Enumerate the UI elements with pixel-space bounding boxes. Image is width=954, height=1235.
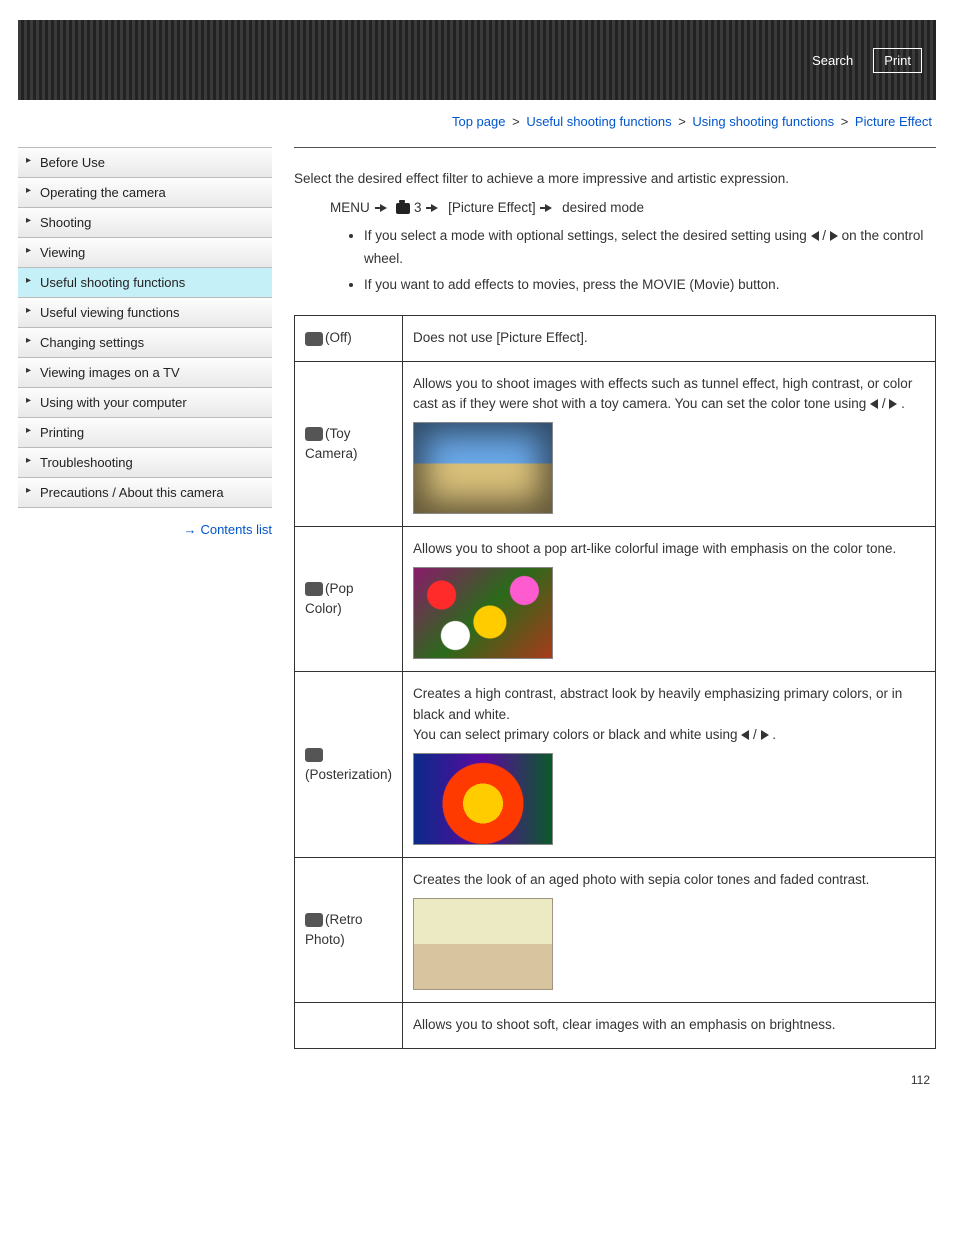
search-button[interactable]: Search xyxy=(802,49,863,72)
breadcrumb-top[interactable]: Top page xyxy=(452,114,506,129)
menu-pe: [Picture Effect] xyxy=(448,200,536,215)
off-name: (Off) xyxy=(325,330,352,345)
sidebar: Before Use Operating the camera Shooting… xyxy=(18,147,272,537)
camera-icon xyxy=(396,203,410,214)
retro-icon xyxy=(305,913,323,927)
menu-num: 3 xyxy=(414,200,422,215)
cell-soft-desc: Allows you to shoot soft, clear images w… xyxy=(403,1003,936,1048)
sidebar-item-computer[interactable]: Using with your computer xyxy=(18,388,272,418)
cell-retro-desc: Creates the look of an aged photo with s… xyxy=(403,858,936,1003)
arrow-right-icon: → xyxy=(183,522,196,537)
sidebar-item-useful-viewing[interactable]: Useful viewing functions xyxy=(18,298,272,328)
breadcrumb-l1[interactable]: Useful shooting functions xyxy=(526,114,671,129)
sidebar-item-tv[interactable]: Viewing images on a TV xyxy=(18,358,272,388)
sidebar-item-precautions[interactable]: Precautions / About this camera xyxy=(18,478,272,508)
sidebar-item-operating[interactable]: Operating the camera xyxy=(18,178,272,208)
toy-icon xyxy=(305,427,323,441)
pop-desc: Allows you to shoot a pop art-like color… xyxy=(413,541,896,556)
bullet-1-text-a: If you select a mode with optional setti… xyxy=(364,228,811,243)
slash: / xyxy=(882,396,890,411)
row-pop: (Pop Color) Allows you to shoot a pop ar… xyxy=(295,527,936,672)
off-icon xyxy=(305,332,323,346)
cell-poster-name: (Posterization) xyxy=(295,672,403,858)
toy-desc-b: . xyxy=(901,396,905,411)
triangle-left-icon xyxy=(811,231,819,241)
poster-desc-a: Creates a high contrast, abstract look b… xyxy=(413,686,902,721)
toy-desc-a: Allows you to shoot images with effects … xyxy=(413,376,912,411)
row-off: (Off) Does not use [Picture Effect]. xyxy=(295,316,936,361)
pop-icon xyxy=(305,582,323,596)
page-number: 112 xyxy=(294,1073,936,1087)
poster-desc-b: You can select primary colors or black a… xyxy=(413,727,741,742)
effects-table: (Off) Does not use [Picture Effect]. (To… xyxy=(294,315,936,1048)
poster-sample-image xyxy=(413,753,553,845)
main-content: Select the desired effect filter to achi… xyxy=(294,147,936,1087)
cell-toy-desc: Allows you to shoot images with effects … xyxy=(403,361,936,527)
cell-pop-name: (Pop Color) xyxy=(295,527,403,672)
sidebar-nav: Before Use Operating the camera Shooting… xyxy=(18,147,272,508)
triangle-right-icon xyxy=(889,399,897,409)
arrow-right-icon xyxy=(545,204,552,212)
row-toy: (Toy Camera) Allows you to shoot images … xyxy=(295,361,936,527)
slash: / xyxy=(753,727,761,742)
sidebar-item-printing[interactable]: Printing xyxy=(18,418,272,448)
cell-poster-desc: Creates a high contrast, abstract look b… xyxy=(403,672,936,858)
sidebar-item-changing-settings[interactable]: Changing settings xyxy=(18,328,272,358)
poster-name: (Posterization) xyxy=(305,767,392,782)
cell-toy-name: (Toy Camera) xyxy=(295,361,403,527)
toy-sample-image xyxy=(413,422,553,514)
divider xyxy=(294,147,936,148)
sidebar-item-before-use[interactable]: Before Use xyxy=(18,148,272,178)
header-banner: Search Print xyxy=(18,20,936,100)
row-soft: Allows you to shoot soft, clear images w… xyxy=(295,1003,936,1048)
sidebar-item-troubleshooting[interactable]: Troubleshooting xyxy=(18,448,272,478)
retro-sample-image xyxy=(413,898,553,990)
bullet-list: If you select a mode with optional setti… xyxy=(364,225,936,298)
contents-list-link-wrap: → Contents list xyxy=(18,522,272,537)
intro-text: Select the desired effect filter to achi… xyxy=(294,168,936,190)
cell-off-name: (Off) xyxy=(295,316,403,361)
slash: / xyxy=(822,228,830,243)
breadcrumb: Top page > Useful shooting functions > U… xyxy=(22,114,932,129)
contents-list-link[interactable]: Contents list xyxy=(200,522,272,537)
poster-desc-c: . xyxy=(772,727,776,742)
cell-off-desc: Does not use [Picture Effect]. xyxy=(403,316,936,361)
sidebar-item-viewing[interactable]: Viewing xyxy=(18,238,272,268)
bullet-2: If you want to add effects to movies, pr… xyxy=(364,274,936,297)
triangle-right-icon xyxy=(830,231,838,241)
sidebar-item-useful-shooting[interactable]: Useful shooting functions xyxy=(18,268,272,298)
row-retro: (Retro Photo) Creates the look of an age… xyxy=(295,858,936,1003)
poster-icon xyxy=(305,748,323,762)
pop-sample-image xyxy=(413,567,553,659)
breadcrumb-l2[interactable]: Using shooting functions xyxy=(692,114,834,129)
menu-label: MENU xyxy=(330,200,370,215)
sidebar-item-shooting[interactable]: Shooting xyxy=(18,208,272,238)
breadcrumb-current[interactable]: Picture Effect xyxy=(855,114,932,129)
menu-path: MENU 3 [Picture Effect] desired mode xyxy=(330,200,936,215)
row-poster: (Posterization) Creates a high contrast,… xyxy=(295,672,936,858)
arrow-right-icon xyxy=(380,204,387,212)
triangle-right-icon xyxy=(761,730,769,740)
cell-retro-name: (Retro Photo) xyxy=(295,858,403,1003)
triangle-left-icon xyxy=(741,730,749,740)
cell-pop-desc: Allows you to shoot a pop art-like color… xyxy=(403,527,936,672)
print-button[interactable]: Print xyxy=(873,48,922,73)
menu-dm: desired mode xyxy=(562,200,644,215)
triangle-left-icon xyxy=(870,399,878,409)
bullet-1: If you select a mode with optional setti… xyxy=(364,225,936,271)
arrow-right-icon xyxy=(431,204,438,212)
cell-soft-name xyxy=(295,1003,403,1048)
retro-desc: Creates the look of an aged photo with s… xyxy=(413,872,869,887)
